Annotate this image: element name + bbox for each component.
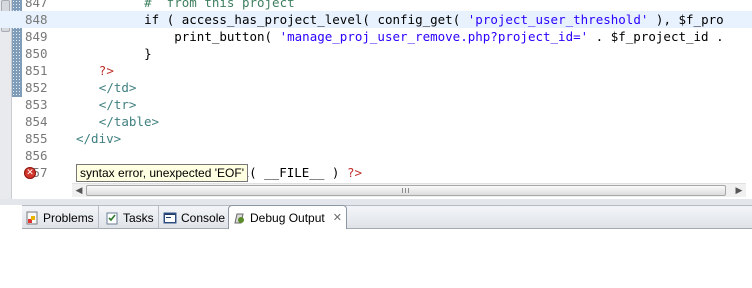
line-number: 856 [25, 148, 48, 163]
code-token: ), [648, 12, 679, 27]
code-token: ( [362, 12, 378, 27]
code-token: config_get [377, 12, 453, 27]
error-tooltip: syntax error, unexpected 'EOF' [76, 164, 248, 182]
tab-tasks[interactable]: Tasks [102, 206, 159, 229]
code-text[interactable]: # from this project [114, 0, 295, 11]
code-line[interactable]: 848 if ( access_has_project_level( confi… [0, 11, 752, 28]
tasks-icon [105, 211, 119, 225]
line-number: 853 [25, 97, 48, 112]
code-token: ?> [346, 165, 362, 180]
code-line[interactable]: 849 print_button( 'manage_proj_user_remo… [0, 28, 752, 45]
view-left-gutter [0, 205, 22, 288]
code-token: $f_pro [678, 12, 724, 27]
code-token: ( [159, 12, 182, 27]
view-tab-bar: Problems Tasks Console Debug Output ✕ [22, 205, 752, 229]
tab-label: Debug Output [250, 210, 325, 225]
code-text[interactable]: ?> [99, 62, 114, 79]
tab-label: Tasks [123, 210, 154, 225]
code-token: . [708, 29, 724, 44]
code-text[interactable]: </tr> [99, 96, 137, 113]
code-token: $f_project_id [610, 29, 709, 44]
code-line[interactable]: 847 # from this project [0, 0, 752, 11]
tab-label: Problems [43, 210, 94, 225]
code-token: access_has_project_level [181, 12, 363, 27]
error-icon[interactable]: ✕ [24, 167, 36, 179]
tab-console[interactable]: Console [160, 206, 231, 229]
code-token: ( __FILE__ ) [249, 165, 347, 180]
code-line[interactable]: 850 } [0, 45, 752, 62]
code-token: 'project_user_threshold' [467, 12, 649, 27]
code-token: 'manage_proj_user_remove.php?project_id=… [279, 29, 589, 44]
tab-problems[interactable]: Problems [22, 206, 99, 229]
code-token: ?> [98, 63, 114, 78]
code-token: if [144, 12, 160, 27]
line-number: 849 [25, 29, 48, 44]
code-token: </td> [98, 80, 137, 95]
line-number: 854 [25, 114, 48, 129]
code-token: </table> [98, 114, 160, 129]
code-line[interactable]: 852 </td> [0, 79, 752, 96]
code-text[interactable]: } [114, 45, 152, 62]
code-text[interactable]: </table> [99, 113, 159, 130]
code-token: print_button [174, 29, 265, 44]
console-icon [163, 211, 177, 225]
scroll-grip-icon [402, 188, 410, 193]
horizontal-scrollbar[interactable]: ◀ ▶ [72, 183, 746, 197]
debug-output-icon [232, 211, 246, 225]
code-token: ( [452, 12, 468, 27]
code-token: . [588, 29, 611, 44]
line-number: 851 [25, 63, 48, 78]
problems-icon [25, 211, 39, 225]
code-line[interactable]: 853 </tr> [0, 96, 752, 113]
code-line[interactable]: 855 </div> [0, 130, 752, 147]
code-token: ( [264, 29, 280, 44]
code-token: </tr> [98, 97, 137, 112]
code-token: </div> [76, 131, 122, 146]
code-text[interactable]: if ( access_has_project_level( config_ge… [114, 11, 724, 28]
tab-debug-output[interactable]: Debug Output ✕ [228, 205, 347, 229]
line-number: 847 [25, 0, 48, 10]
code-token: # from this project [144, 0, 295, 10]
code-line[interactable]: 856 [0, 147, 752, 164]
code-editor[interactable]: 847 # from this project 848 if ( access_h… [0, 0, 752, 199]
tab-label: Console [181, 210, 226, 225]
code-line[interactable]: 854 </table> [0, 113, 752, 130]
horizontal-scrollbar-thumb[interactable] [86, 185, 726, 196]
code-line[interactable]: 851 ?> [0, 62, 752, 79]
line-number: 852 [25, 80, 48, 95]
line-number: 850 [25, 46, 48, 61]
scroll-left-arrow-icon[interactable]: ◀ [72, 184, 86, 197]
code-text[interactable]: </td> [99, 79, 137, 96]
debug-output-panel[interactable] [22, 229, 752, 288]
line-number: 855 [25, 131, 48, 146]
close-icon[interactable]: ✕ [333, 211, 342, 224]
line-number: 848 [25, 12, 48, 27]
scroll-right-arrow-icon[interactable]: ▶ [732, 184, 746, 197]
code-text[interactable]: print_button( 'manage_proj_user_remove.p… [114, 28, 724, 45]
code-text[interactable]: </div> [76, 130, 121, 147]
code-token: } [114, 46, 152, 61]
